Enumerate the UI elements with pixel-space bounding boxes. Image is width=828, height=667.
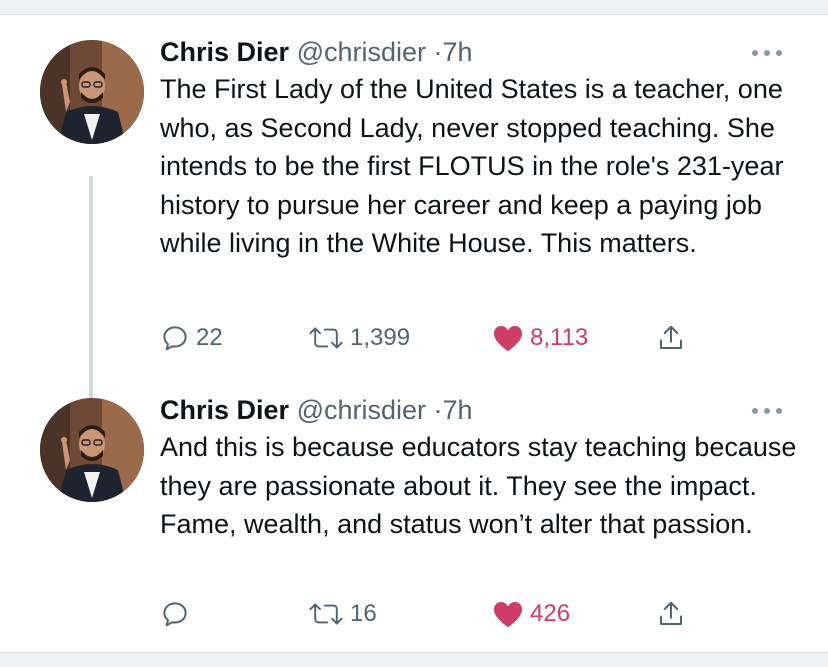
top-divider: [0, 0, 828, 15]
share-upload-icon: [656, 599, 686, 629]
more-icon[interactable]: [752, 48, 782, 58]
like-button[interactable]: 426: [492, 594, 570, 634]
heart-icon: [492, 323, 524, 353]
author-name[interactable]: Chris Dier: [160, 395, 289, 425]
share-upload-icon: [656, 323, 686, 353]
reply-button[interactable]: [160, 594, 196, 634]
share-button[interactable]: [656, 594, 686, 634]
retweet-button[interactable]: 1,399: [308, 318, 410, 358]
heart-icon: [492, 599, 524, 629]
speech-bubble-icon: [160, 323, 190, 353]
avatar[interactable]: [40, 398, 144, 502]
avatar[interactable]: [40, 40, 144, 144]
author-name[interactable]: Chris Dier: [160, 37, 289, 67]
retweet-count: 16: [350, 600, 377, 627]
retweet-button[interactable]: 16: [308, 594, 377, 634]
timestamp[interactable]: 7h: [443, 395, 473, 425]
thread-connector-line: [89, 176, 93, 414]
tweet-actions: 16 426: [160, 594, 720, 634]
tweet-header: Chris Dier @chrisdier ·7h: [160, 34, 473, 70]
separator-dot: ·: [433, 395, 443, 425]
author-handle[interactable]: @chrisdier: [297, 395, 426, 425]
tweet-actions: 22 1,399 8,113: [160, 318, 720, 358]
author-handle[interactable]: @chrisdier: [297, 37, 426, 67]
separator-dot: ·: [433, 37, 443, 67]
like-count: 426: [530, 600, 571, 627]
tweet-text: The First Lady of the United States is a…: [160, 74, 784, 259]
reply-button[interactable]: 22: [160, 318, 223, 358]
timestamp[interactable]: 7h: [443, 37, 473, 67]
retweet-arrows-icon: [308, 599, 344, 629]
like-count: 8,113: [530, 324, 589, 351]
like-button[interactable]: 8,113: [492, 318, 588, 358]
share-button[interactable]: [656, 318, 686, 358]
bottom-divider: [0, 652, 828, 667]
tweet-text: And this is because educators stay teach…: [160, 432, 797, 540]
tweet-header: Chris Dier @chrisdier ·7h: [160, 392, 473, 428]
more-icon[interactable]: [752, 406, 782, 416]
reply-count: 22: [196, 324, 223, 351]
speech-bubble-icon: [160, 599, 190, 629]
retweet-arrows-icon: [308, 323, 344, 353]
retweet-count: 1,399: [350, 324, 411, 351]
